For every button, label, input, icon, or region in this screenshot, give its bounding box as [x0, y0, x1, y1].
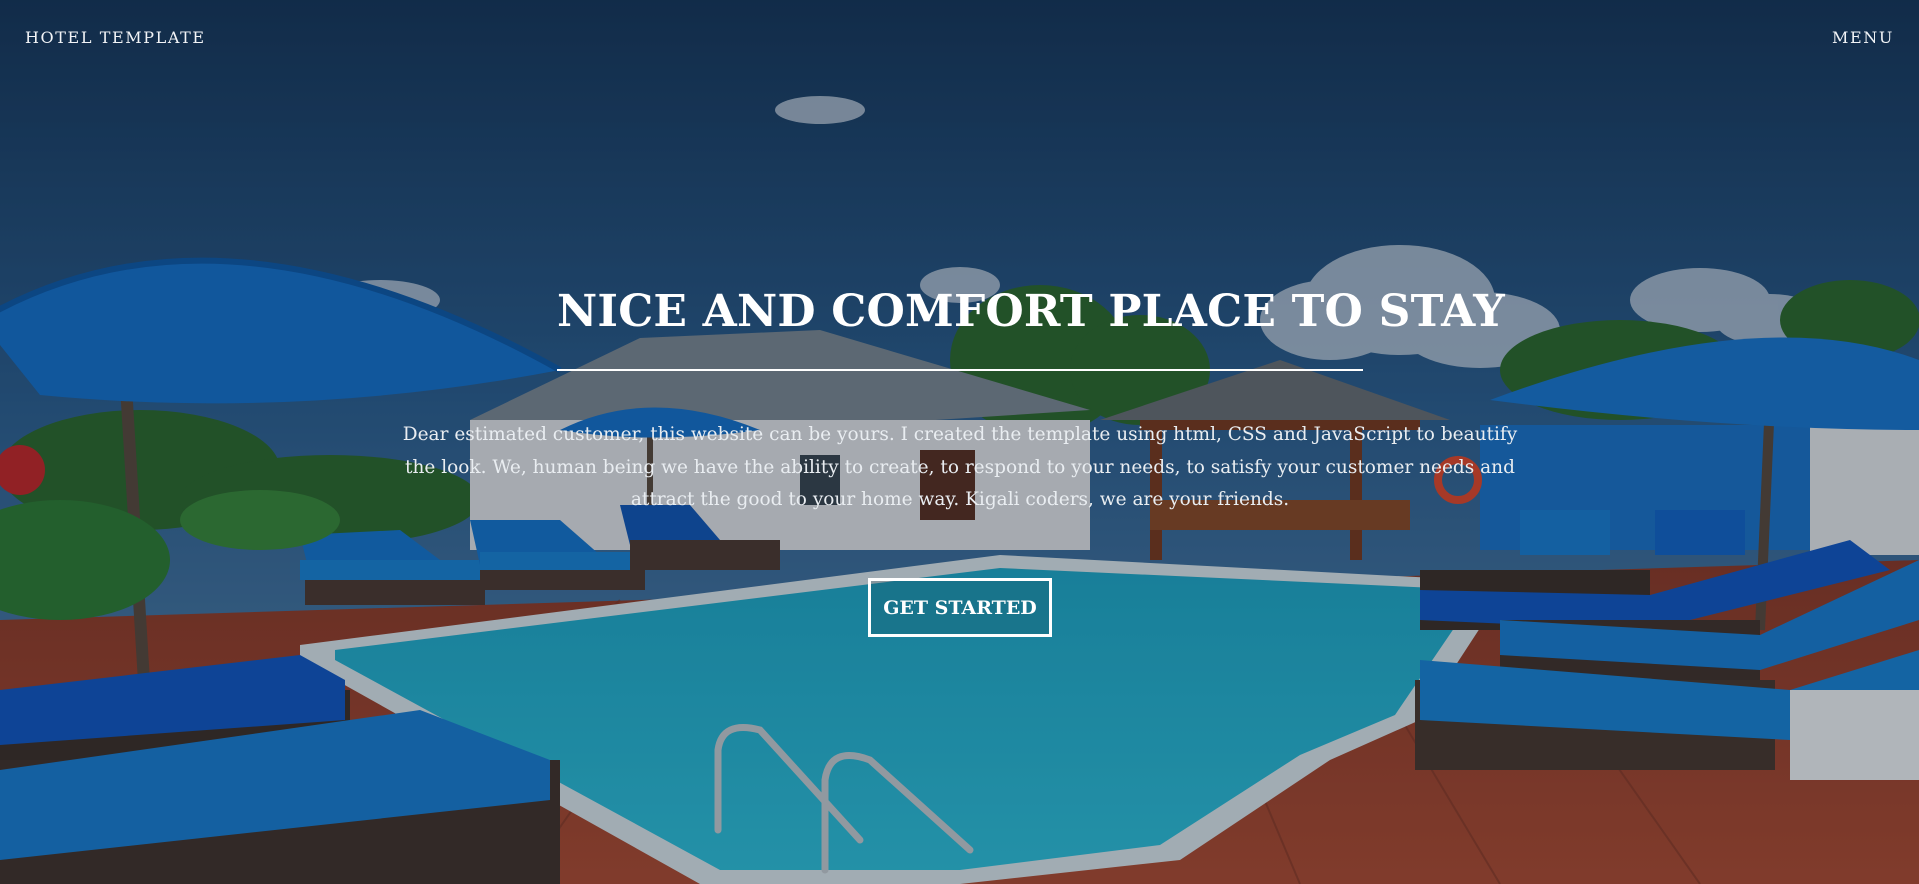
- title-divider: [557, 369, 1363, 371]
- hero-description: Dear estimated customer, this website ca…: [402, 424, 1518, 510]
- hero-title: NICE AND COMFORT PLACE TO STAY: [557, 286, 1505, 337]
- hero-content: NICE AND COMFORT PLACE TO STAY Dear esti…: [0, 0, 1919, 884]
- get-started-button[interactable]: GET STARTED: [868, 578, 1052, 637]
